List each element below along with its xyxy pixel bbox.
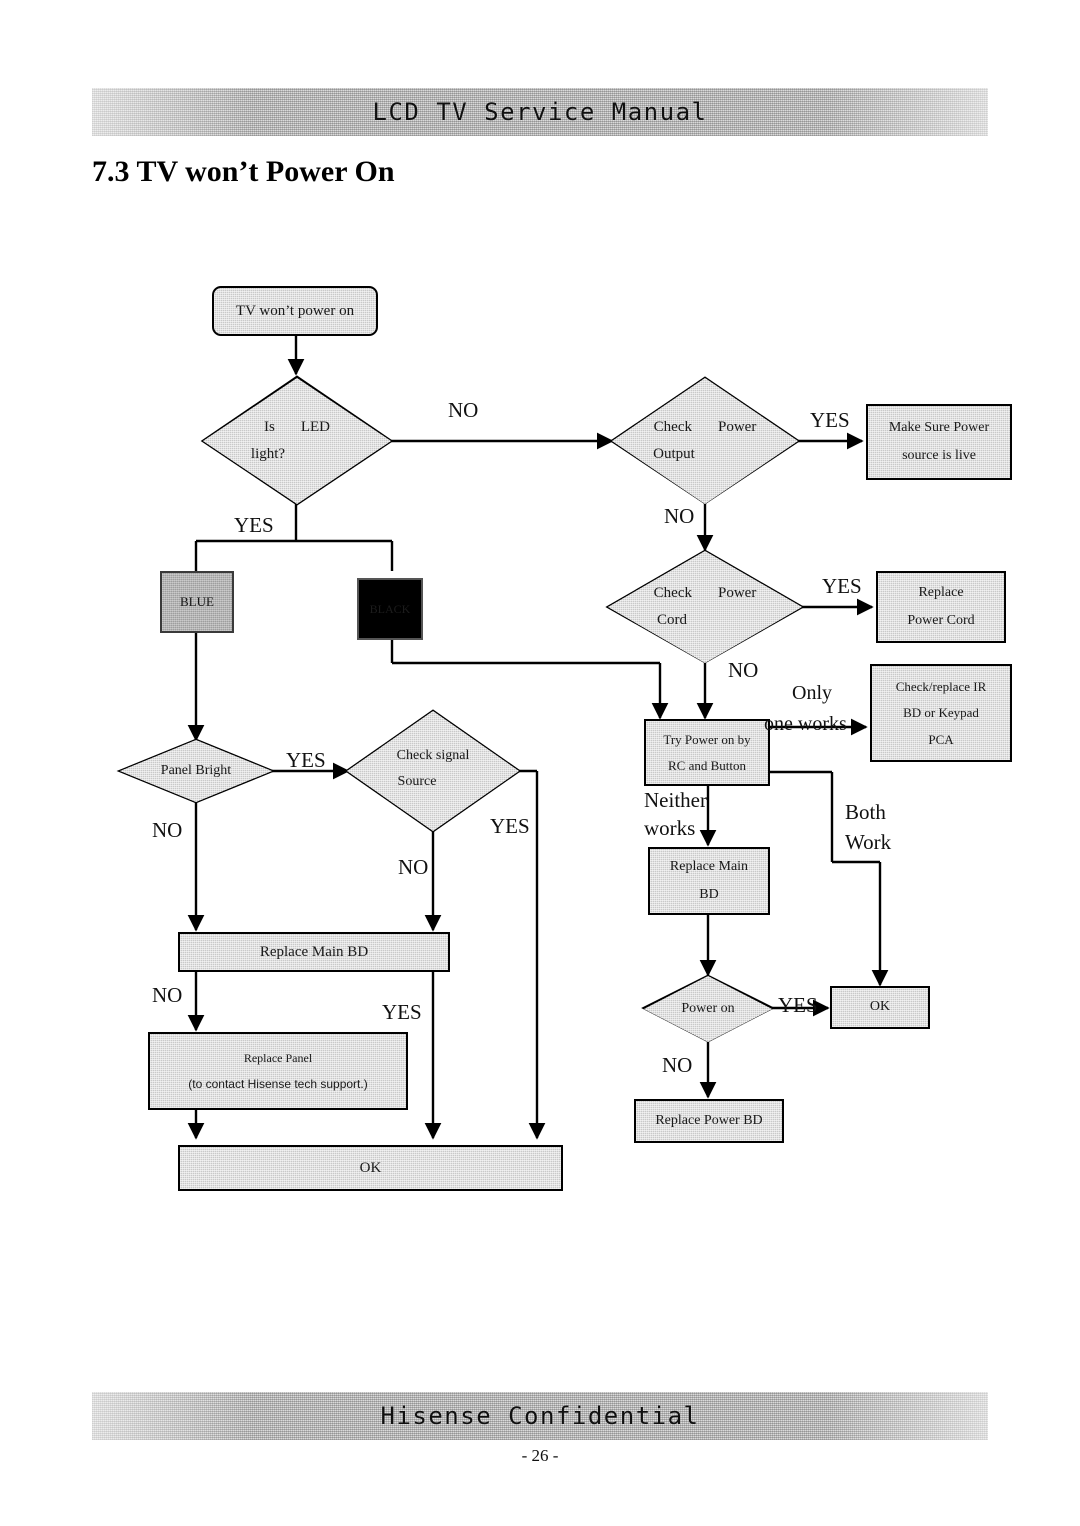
ok-right-label: OK xyxy=(869,999,891,1015)
node-replace-main-bd-right[interactable]: Replace Main BD xyxy=(648,847,770,915)
edge-label-one-works: one works xyxy=(764,713,847,735)
mspl-line2: source is live xyxy=(902,447,976,463)
ir-line1: Check/replace IR xyxy=(895,678,987,694)
edge-label-panel-no: NO xyxy=(152,818,183,842)
edge-label-panel-yes: YES xyxy=(286,748,326,772)
node-black-indicator[interactable]: BLACK xyxy=(357,578,423,640)
edge-label-cord-no: NO xyxy=(728,658,759,682)
edge-label-both: Both xyxy=(845,800,886,824)
ok-left-label: OK xyxy=(359,1159,382,1176)
flowchart: Check Power Output --> Make Sure Power s… xyxy=(0,0,1080,1526)
edge-label-led-no: NO xyxy=(448,398,479,422)
node-check-replace-ir[interactable]: Check/replace IR BD or Keypad PCA xyxy=(870,664,1012,762)
rmbl-label: Replace Main BD xyxy=(259,943,369,960)
node-start[interactable]: TV won’t power on xyxy=(212,286,378,336)
node-make-sure-power-live[interactable]: Make Sure Power source is live xyxy=(866,404,1012,480)
ir-line3: PCA xyxy=(928,731,954,747)
edge-label-main-bd-yes: YES xyxy=(382,1000,422,1024)
rmbr-line1: Replace Main xyxy=(669,858,749,874)
page-number: - 26 - xyxy=(521,1446,559,1465)
rpbd-label: Replace Power BD xyxy=(655,1112,763,1128)
edge-label-cord-yes: YES xyxy=(822,574,862,598)
edge-label-neither: Neither xyxy=(644,788,707,812)
tpo-line2: RC and Button xyxy=(667,757,746,773)
node-blue-indicator[interactable]: BLUE xyxy=(160,571,234,633)
edge-label-power-on-no: NO xyxy=(662,1053,693,1077)
edge-label-main-bd-no: NO xyxy=(152,983,183,1007)
blue-label: BLUE xyxy=(180,594,214,610)
footer-title: Hisense Confidential xyxy=(380,1402,700,1430)
rpc-line2: Power Cord xyxy=(907,612,975,628)
edge-label-power-on-yes: YES xyxy=(778,993,818,1017)
tpo-line1: Try Power on by xyxy=(663,731,751,747)
node-replace-power-bd[interactable]: Replace Power BD xyxy=(634,1099,784,1143)
edge-label-led-yes: YES xyxy=(234,513,274,537)
edge-label-output-no: NO xyxy=(664,504,695,528)
document-page: LCD TV Service Manual 7.3 TV won’t Power… xyxy=(0,0,1080,1526)
edge-label-works: works xyxy=(644,816,696,840)
node-replace-main-bd-left[interactable]: Replace Main BD xyxy=(178,932,450,972)
rpc-line1: Replace xyxy=(918,584,964,600)
rp-line1: Replace Panel xyxy=(243,1050,313,1065)
rmbr-line2: BD xyxy=(699,886,719,902)
mspl-line1: Make Sure Power xyxy=(888,419,990,435)
edge-label-output-yes: YES xyxy=(810,408,850,432)
ir-line2: BD or Keypad xyxy=(903,705,979,721)
rp-line2: (to contact Hisense tech support.) xyxy=(188,1077,368,1091)
node-replace-panel[interactable]: Replace Panel (to contact Hisense tech s… xyxy=(148,1032,408,1110)
node-ok-left[interactable]: OK xyxy=(178,1145,563,1191)
edge-label-only: Only xyxy=(792,682,832,704)
node-ok-right[interactable]: OK xyxy=(830,986,930,1029)
edge-label-signal-no: NO xyxy=(398,855,429,879)
node-try-power-on[interactable]: Try Power on by RC and Button xyxy=(644,719,770,786)
edge-label-signal-yes: YES xyxy=(490,814,530,838)
footer-banner: Hisense Confidential xyxy=(92,1392,988,1440)
edge-label-work: Work xyxy=(845,830,892,854)
node-replace-power-cord[interactable]: Replace Power Cord xyxy=(876,571,1006,643)
black-label: BLACK xyxy=(369,601,411,616)
node-start-label: TV won’t power on xyxy=(235,302,355,319)
